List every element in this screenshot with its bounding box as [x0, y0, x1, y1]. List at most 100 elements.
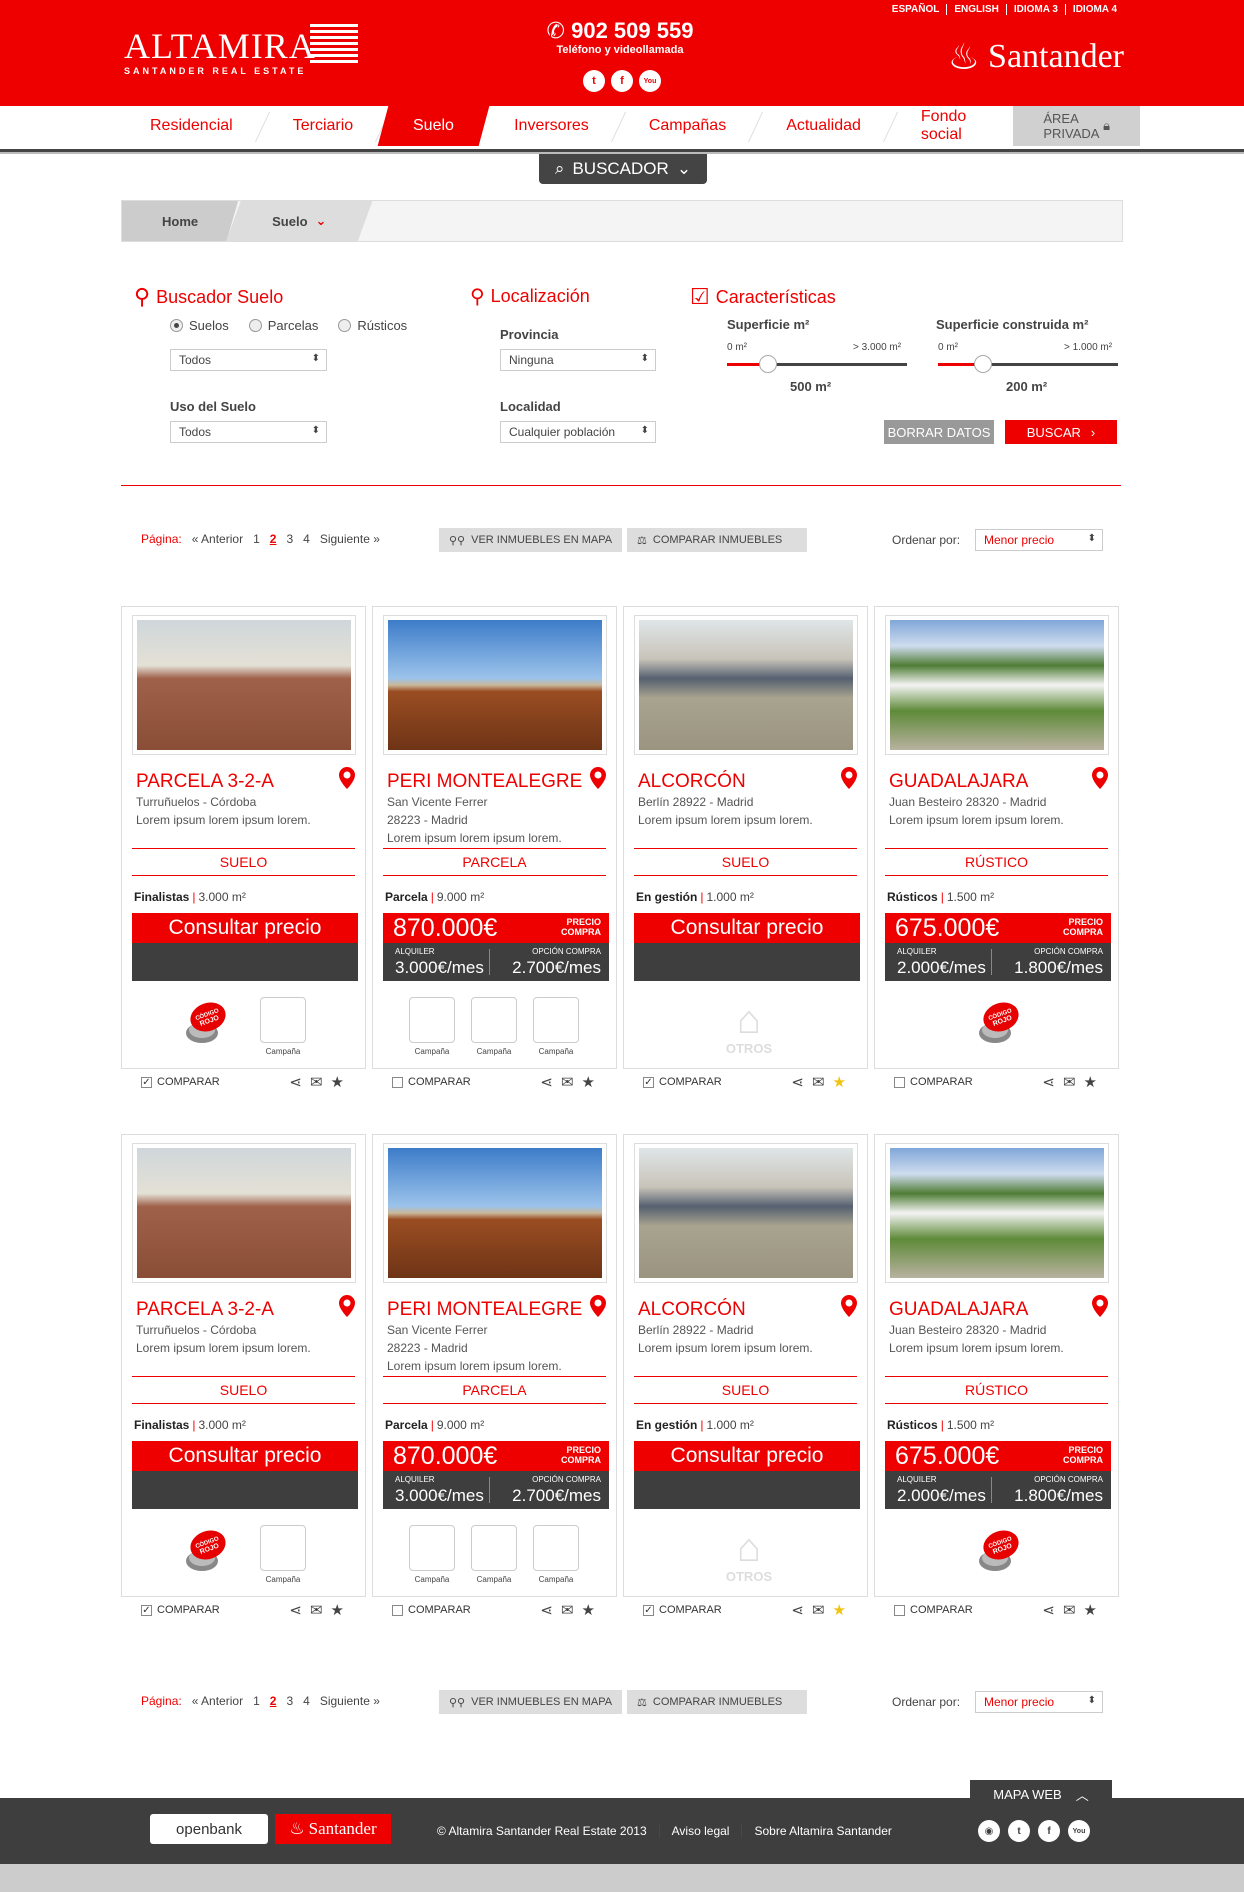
compare-button[interactable]: ⚖ COMPARAR INMUEBLES — [627, 1690, 807, 1714]
altamira-logo[interactable]: ALTAMIRA SANTANDER REAL ESTATE — [124, 28, 316, 76]
page-link-1[interactable]: 1 — [253, 1694, 260, 1708]
property-photo[interactable] — [634, 615, 858, 755]
slider-handle[interactable] — [974, 355, 992, 373]
location-pin-icon[interactable] — [339, 767, 355, 789]
checkbox[interactable]: ✓ — [643, 1604, 654, 1616]
prev-page-link[interactable]: « Anterior — [192, 1694, 243, 1708]
page-link-4[interactable]: 4 — [303, 1694, 310, 1708]
mail-icon[interactable]: ✉ — [1063, 1601, 1076, 1619]
twitter-icon[interactable]: t — [1008, 1820, 1030, 1842]
property-photo[interactable] — [132, 615, 356, 755]
nav-inversores[interactable]: Inversores — [484, 106, 619, 146]
property-title[interactable]: GUADALAJARA — [889, 771, 1028, 793]
location-pin-icon[interactable] — [590, 1295, 606, 1317]
lang-4[interactable]: IDIOMA 4 — [1064, 4, 1124, 15]
compare-checkbox[interactable]: ✓ COMPARAR — [141, 1604, 220, 1616]
property-title[interactable]: PARCELA 3-2-A — [136, 771, 274, 793]
property-title[interactable]: PERI MONTEALEGRE — [387, 771, 582, 793]
property-card[interactable]: PERI MONTEALEGRE San Vicente Ferrer 28223 … — [372, 606, 617, 1069]
clear-button[interactable]: BORRAR DATOS — [884, 420, 994, 444]
next-page-link[interactable]: Siguiente » — [320, 532, 380, 546]
property-photo[interactable] — [885, 615, 1109, 755]
consult-price-button[interactable]: Consultar precio — [132, 1441, 358, 1471]
property-card[interactable]: PARCELA 3-2-A Turruñuelos - Córdoba Lorem … — [121, 606, 366, 1069]
checkbox[interactable] — [392, 1076, 403, 1088]
superficie-slider[interactable] — [727, 355, 907, 373]
location-pin-icon[interactable] — [841, 767, 857, 789]
consult-price-button[interactable]: Consultar precio — [132, 913, 358, 943]
campaign-slot[interactable]: Campaña — [260, 997, 306, 1056]
property-card[interactable]: PERI MONTEALEGRE San Vicente Ferrer 28223 … — [372, 1134, 617, 1597]
campaign-slot[interactable]: Campaña — [471, 1525, 517, 1584]
property-card[interactable]: ALCORCÓN Berlín 28922 - Madrid Lorem ipsum… — [623, 1134, 868, 1597]
share-icon[interactable]: ⋖ — [791, 1601, 804, 1619]
breadcrumb-current[interactable]: Suelo ⌄ — [226, 201, 373, 241]
campaign-slot[interactable]: Campaña — [471, 997, 517, 1056]
mail-icon[interactable]: ✉ — [812, 1601, 825, 1619]
compare-checkbox[interactable]: COMPARAR — [392, 1604, 471, 1616]
radio-parcelas[interactable]: Parcelas — [248, 318, 318, 333]
checkbox[interactable]: ✓ — [141, 1076, 152, 1088]
codigo-rojo-badge[interactable]: CÓDIGO ROJO — [973, 1525, 1023, 1575]
location-pin-icon[interactable] — [1092, 1295, 1108, 1317]
nav-suelo[interactable]: Suelo — [377, 106, 490, 146]
location-pin-icon[interactable] — [339, 1295, 355, 1317]
campaign-slot[interactable]: Campaña — [533, 997, 579, 1056]
compare-checkbox[interactable]: COMPARAR — [894, 1604, 973, 1616]
property-card[interactable]: ALCORCÓN Berlín 28922 - Madrid Lorem ipsum… — [623, 606, 868, 1069]
share-icon[interactable]: ⋖ — [289, 1601, 302, 1619]
checkbox[interactable]: ✓ — [643, 1076, 654, 1088]
next-page-link[interactable]: Siguiente » — [320, 1694, 380, 1708]
location-pin-icon[interactable] — [590, 767, 606, 789]
mail-icon[interactable]: ✉ — [1063, 1073, 1076, 1091]
mail-icon[interactable]: ✉ — [310, 1073, 323, 1091]
slider-handle[interactable] — [759, 355, 778, 373]
mapa-web-toggle[interactable]: MAPA WEB ︿ — [970, 1780, 1112, 1808]
nav-area-privada[interactable]: ÁREA PRIVADA 🔒︎ — [1013, 106, 1140, 146]
page-link-3[interactable]: 3 — [286, 532, 293, 546]
share-icon[interactable]: ⋖ — [540, 1601, 553, 1619]
map-view-button[interactable]: ⚲⚲ VER INMUEBLES EN MAPA — [439, 1690, 623, 1714]
breadcrumb-home[interactable]: Home — [122, 201, 239, 241]
lang-es[interactable]: ESPAÑOL — [885, 4, 947, 15]
checkbox[interactable] — [894, 1604, 905, 1616]
favorite-star-icon[interactable]: ★ — [1084, 1601, 1097, 1619]
santander-logo[interactable]: ♨ Santander — [948, 36, 1124, 78]
map-view-button[interactable]: ⚲⚲ VER INMUEBLES EN MAPA — [439, 528, 623, 552]
santander-footer-logo[interactable]: ♨ Santander — [275, 1814, 391, 1844]
property-photo[interactable] — [885, 1143, 1109, 1283]
radio-rusticos[interactable]: Rústicos — [338, 318, 407, 333]
checkbox[interactable] — [894, 1076, 905, 1088]
lang-3[interactable]: IDIOMA 3 — [1005, 4, 1065, 15]
provincia-select[interactable]: Ninguna ⬍ — [500, 349, 656, 371]
favorite-star-icon[interactable]: ★ — [1084, 1073, 1097, 1091]
property-photo[interactable] — [132, 1143, 356, 1283]
share-icon[interactable]: ⋖ — [289, 1073, 302, 1091]
compare-checkbox[interactable]: COMPARAR — [894, 1076, 973, 1088]
sort-select[interactable]: Menor precio ⬍ — [975, 529, 1103, 551]
campaign-slot[interactable]: Campaña — [533, 1525, 579, 1584]
twitter-icon[interactable]: t — [583, 70, 605, 92]
radio-suelos[interactable]: Suelos — [170, 318, 229, 333]
prev-page-link[interactable]: « Anterior — [192, 532, 243, 546]
nav-terciario[interactable]: Terciario — [263, 106, 383, 146]
consult-price-button[interactable]: Consultar precio — [634, 1441, 860, 1471]
codigo-rojo-badge[interactable]: CÓDIGO ROJO — [180, 1525, 230, 1575]
page-link-2[interactable]: 2 — [270, 1694, 277, 1708]
location-pin-icon[interactable] — [841, 1295, 857, 1317]
location-pin-icon[interactable] — [1092, 767, 1108, 789]
property-photo[interactable] — [383, 615, 607, 755]
page-link-4[interactable]: 4 — [303, 532, 310, 546]
favorite-star-icon[interactable]: ★ — [833, 1073, 846, 1091]
share-icon[interactable]: ⋖ — [791, 1073, 804, 1091]
campaign-slot[interactable]: Campaña — [409, 1525, 455, 1584]
compare-checkbox[interactable]: ✓ COMPARAR — [643, 1076, 722, 1088]
buscador-toggle[interactable]: ⌕ BUSCADOR ⌄ — [539, 154, 707, 184]
codigo-rojo-badge[interactable]: CÓDIGO ROJO — [180, 997, 230, 1047]
sobre-altamira-link[interactable]: Sobre Altamira Santander — [741, 1824, 903, 1838]
property-photo[interactable] — [634, 1143, 858, 1283]
lang-en[interactable]: ENGLISH — [946, 4, 1005, 15]
campaign-slot[interactable]: Campaña — [409, 997, 455, 1056]
sort-select[interactable]: Menor precio ⬍ — [975, 1691, 1103, 1713]
favorite-star-icon[interactable]: ★ — [833, 1601, 846, 1619]
